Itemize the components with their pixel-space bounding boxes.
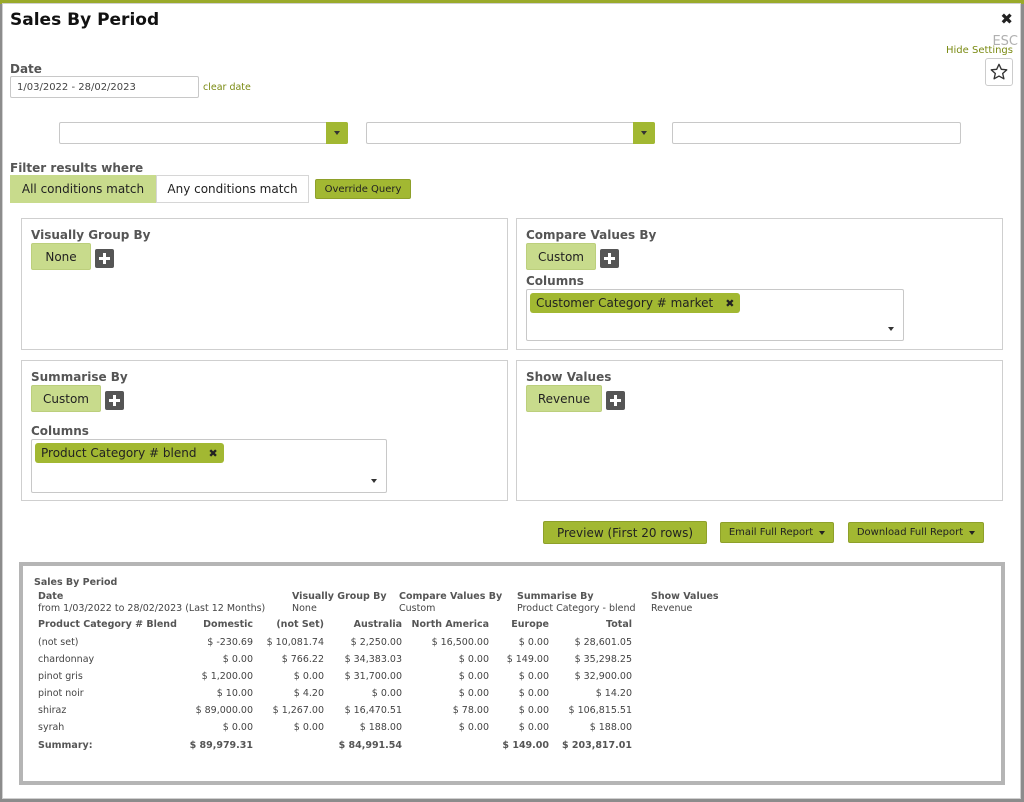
page-title: Sales By Period xyxy=(10,10,160,30)
report-summary-cell: $ 203,817.01 xyxy=(561,740,632,751)
compare-columns-label: Columns xyxy=(526,274,584,288)
report-row-label: (not set) xyxy=(38,637,79,648)
group-by-value[interactable]: None xyxy=(31,243,91,270)
add-compare-button[interactable] xyxy=(600,249,619,268)
summarise-columns-label: Columns xyxy=(31,424,89,438)
report-meta-value: Product Category - blend xyxy=(517,603,636,614)
show-values-value[interactable]: Revenue xyxy=(526,385,602,412)
clear-date-link[interactable]: clear date xyxy=(203,82,251,93)
compare-values-title: Compare Values By xyxy=(526,228,657,242)
filter-field-select[interactable] xyxy=(59,122,348,144)
chevron-down-icon[interactable] xyxy=(633,122,655,144)
caret-down-icon xyxy=(819,530,826,535)
caret-down-icon xyxy=(969,530,976,535)
summarise-by-panel: Summarise By Custom Columns Product Cate… xyxy=(21,360,508,501)
filter-value-input[interactable] xyxy=(672,122,961,144)
report-row-label: shiraz xyxy=(38,705,67,716)
report-meta-label: Compare Values By xyxy=(399,591,503,602)
star-icon xyxy=(990,63,1008,80)
report-meta-label: Show Values xyxy=(651,591,719,602)
report-meta-value: Custom xyxy=(399,603,436,614)
report-summary-label: Summary: xyxy=(38,740,93,751)
chevron-down-icon[interactable] xyxy=(371,479,377,483)
remove-tag-icon[interactable]: ✖ xyxy=(725,297,734,310)
report-title: Sales By Period xyxy=(34,577,118,588)
report-column-header: Total xyxy=(606,619,632,630)
download-report-button[interactable]: Download Full Report xyxy=(848,522,984,543)
show-values-panel: Show Values Revenue xyxy=(516,360,1003,501)
report-meta-label: Date xyxy=(38,591,64,602)
report-cell: $ 28,601.05 xyxy=(574,637,632,648)
any-conditions-toggle[interactable]: Any conditions match xyxy=(156,175,309,203)
email-report-button[interactable]: Email Full Report xyxy=(720,522,834,543)
report-modal: Sales By Period ✖ ESC Hide Settings Date… xyxy=(2,3,1021,799)
summarise-columns-select[interactable]: Product Category # blend ✖ xyxy=(31,439,387,493)
add-summarise-button[interactable] xyxy=(105,391,124,410)
group-by-title: Visually Group By xyxy=(31,228,151,242)
summarise-by-value[interactable]: Custom xyxy=(31,385,101,412)
report-cell: $ 14.20 xyxy=(595,688,632,699)
report-row-label: chardonnay xyxy=(38,654,95,665)
report-body: Sales By Period Date from 1/03/2022 to 28/… xyxy=(23,566,1001,781)
compare-columns-select[interactable]: Customer Category # market ✖ xyxy=(526,289,904,341)
download-report-label: Download Full Report xyxy=(856,527,964,538)
compare-values-value[interactable]: Custom xyxy=(526,243,596,270)
compare-values-panel: Compare Values By Custom Columns Custome… xyxy=(516,218,1003,350)
add-show-value-button[interactable] xyxy=(606,391,625,410)
show-values-title: Show Values xyxy=(526,370,612,384)
date-label: Date xyxy=(10,62,42,76)
report-row-label: pinot gris xyxy=(38,671,83,682)
report-meta-value: None xyxy=(292,603,317,614)
report-preview: Sales By Period Date from 1/03/2022 to 28/… xyxy=(19,562,1005,785)
favorite-button[interactable] xyxy=(985,58,1013,86)
report-meta-value: Revenue xyxy=(651,603,693,614)
group-by-panel: Visually Group By None xyxy=(21,218,508,350)
report-cell: $ 32,900.00 xyxy=(574,671,632,682)
email-report-label: Email Full Report xyxy=(728,527,814,538)
close-icon[interactable]: ✖ xyxy=(1000,10,1013,28)
report-summary-cell: $ 84,991.54 xyxy=(338,740,402,751)
report-meta-value: from 1/03/2022 to 28/02/2023 (Last 12 Mo… xyxy=(38,603,266,614)
summarise-by-title: Summarise By xyxy=(31,370,128,384)
date-range-input[interactable] xyxy=(10,76,199,98)
column-tag-label: Product Category # blend xyxy=(41,446,197,460)
column-tag-label: Customer Category # market xyxy=(536,296,714,310)
all-conditions-toggle[interactable]: All conditions match xyxy=(10,175,156,203)
report-cell: $ 35,298.25 xyxy=(574,654,632,665)
override-query-button[interactable]: Override Query xyxy=(315,179,411,199)
report-row-label: pinot noir xyxy=(38,688,84,699)
filter-operator-select[interactable] xyxy=(366,122,655,144)
chevron-down-icon[interactable] xyxy=(326,122,348,144)
chevron-down-icon[interactable] xyxy=(888,327,894,331)
report-cell: $ 188.00 xyxy=(589,722,632,733)
report-meta-label: Visually Group By xyxy=(292,591,387,602)
column-tag: Customer Category # market ✖ xyxy=(530,293,741,313)
report-row-label: syrah xyxy=(38,722,65,733)
add-group-button[interactable] xyxy=(95,249,114,268)
remove-tag-icon[interactable]: ✖ xyxy=(208,447,217,460)
hide-settings-link[interactable]: Hide Settings xyxy=(946,45,1013,56)
report-meta-label: Summarise By xyxy=(517,591,594,602)
report-summary-cell: $ 89,979.31 xyxy=(189,740,253,751)
filter-label: Filter results where xyxy=(10,161,144,175)
report-cell: $ 106,815.51 xyxy=(568,705,632,716)
column-tag: Product Category # blend ✖ xyxy=(35,443,224,463)
preview-button[interactable]: Preview (First 20 rows) xyxy=(543,521,707,544)
